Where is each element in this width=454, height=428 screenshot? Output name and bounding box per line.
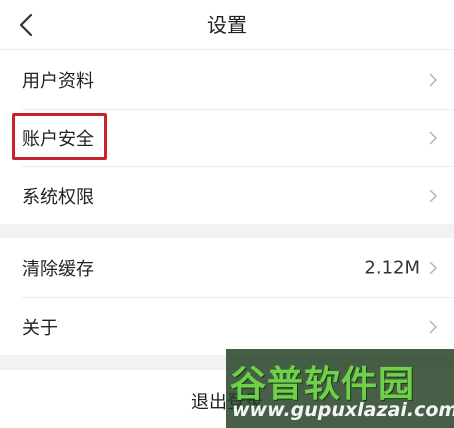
section-gap — [0, 355, 454, 370]
settings-item-account-security[interactable]: 账户安全 — [0, 110, 454, 166]
settings-item-about[interactable]: 关于 — [0, 298, 454, 355]
chevron-right-icon — [429, 260, 438, 275]
settings-item-label: 账户安全 — [22, 129, 94, 150]
chevron-right-icon — [429, 131, 438, 145]
settings-page: 设置 用户资料 账户安全 系统权限 清除缓存 2.12M 关于 退出登录 谷普软… — [0, 0, 454, 428]
settings-item-label: 系统权限 — [22, 186, 94, 208]
logout-label: 退出登录 — [191, 392, 263, 413]
settings-item-label: 关于 — [22, 317, 58, 339]
chevron-right-icon — [429, 319, 438, 334]
settings-item-label: 清除缓存 — [22, 258, 94, 280]
chevron-left-icon — [19, 13, 33, 37]
logout-button[interactable]: 退出登录 — [0, 370, 454, 428]
chevron-right-icon — [429, 73, 438, 87]
settings-item-clear-cache[interactable]: 清除缓存 2.12M — [0, 238, 454, 297]
chevron-right-icon — [429, 188, 438, 203]
header-bar: 设置 — [0, 0, 454, 50]
settings-item-system-permissions[interactable]: 系统权限 — [0, 167, 454, 224]
page-title: 设置 — [207, 13, 247, 37]
settings-item-label: 用户资料 — [22, 71, 94, 92]
cache-size-value: 2.12M — [364, 257, 420, 278]
back-button[interactable] — [8, 6, 44, 44]
section-gap — [0, 224, 454, 238]
settings-item-user-profile[interactable]: 用户资料 — [0, 51, 454, 109]
